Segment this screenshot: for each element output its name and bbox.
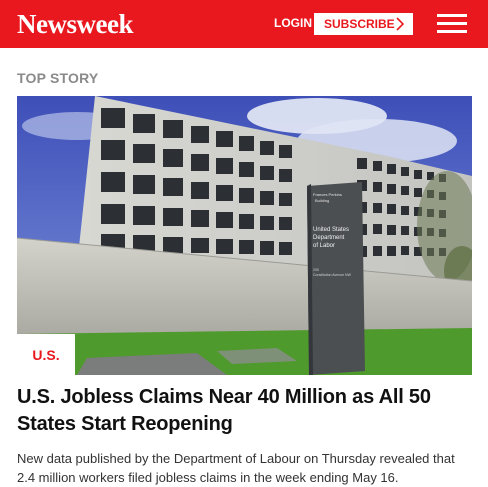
story-image[interactable]: Frances Perkins Building United States D… bbox=[17, 96, 472, 375]
sign-top-line-1: Frances Perkins bbox=[313, 192, 342, 197]
sign-main-line-3: of Labor bbox=[313, 243, 335, 249]
story-headline[interactable]: U.S. Jobless Claims Near 40 Million as A… bbox=[17, 384, 472, 438]
subscribe-button[interactable]: SUBSCRIBE bbox=[314, 13, 413, 35]
story-summary: New data published by the Department of … bbox=[17, 451, 455, 485]
login-link[interactable]: LOGIN bbox=[274, 16, 312, 30]
hamburger-menu-icon[interactable] bbox=[437, 14, 467, 34]
sign-top-line-2: Building bbox=[315, 198, 329, 203]
sign-small-line-1: 200 bbox=[313, 268, 319, 272]
chevron-right-icon bbox=[396, 17, 405, 31]
category-badge[interactable]: U.S. bbox=[17, 334, 75, 375]
sign-main-line-1: United States bbox=[313, 227, 349, 233]
section-title: TOP STORY bbox=[17, 70, 99, 86]
subscribe-label: SUBSCRIBE bbox=[324, 17, 395, 31]
sign-small-line-2: Constitution Avenue NW bbox=[313, 273, 352, 277]
site-header: Newsweek LOGIN SUBSCRIBE bbox=[0, 0, 488, 48]
newsweek-logo[interactable]: Newsweek bbox=[17, 9, 133, 40]
sign-main-line-2: Department bbox=[313, 235, 345, 241]
